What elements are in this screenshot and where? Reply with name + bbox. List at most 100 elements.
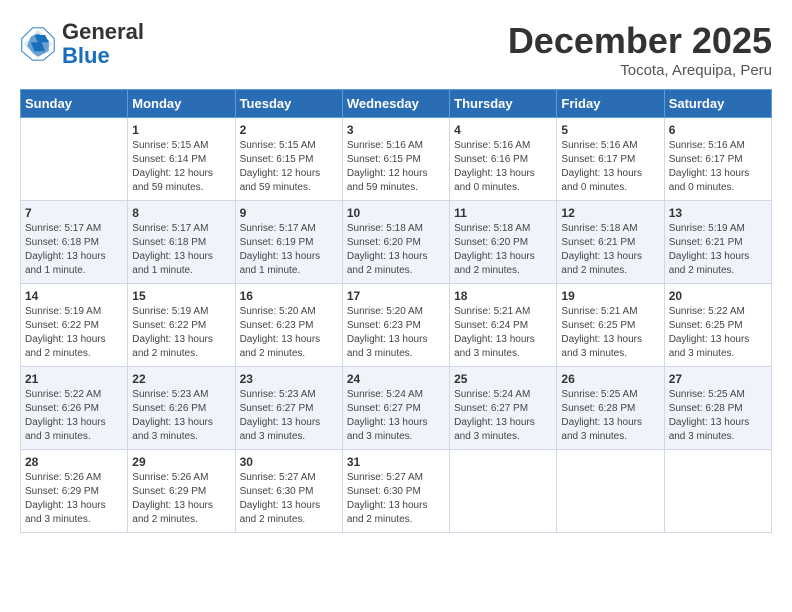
calendar-day-header: Wednesday bbox=[342, 90, 449, 118]
day-number: 25 bbox=[454, 372, 552, 386]
day-info: Sunrise: 5:19 AM Sunset: 6:22 PM Dayligh… bbox=[132, 305, 230, 361]
day-number: 31 bbox=[347, 455, 445, 469]
day-info: Sunrise: 5:18 AM Sunset: 6:20 PM Dayligh… bbox=[454, 222, 552, 278]
day-number: 30 bbox=[240, 455, 338, 469]
day-number: 7 bbox=[25, 206, 123, 220]
calendar-cell: 9 Sunrise: 5:17 AM Sunset: 6:19 PM Daylig… bbox=[235, 201, 342, 284]
day-number: 24 bbox=[347, 372, 445, 386]
day-info: Sunrise: 5:15 AM Sunset: 6:15 PM Dayligh… bbox=[240, 139, 338, 195]
day-number: 21 bbox=[25, 372, 123, 386]
day-number: 23 bbox=[240, 372, 338, 386]
calendar-cell: 11 Sunrise: 5:18 AM Sunset: 6:20 PM Dayli… bbox=[450, 201, 557, 284]
calendar-cell: 10 Sunrise: 5:18 AM Sunset: 6:20 PM Dayli… bbox=[342, 201, 449, 284]
month-title: December 2025 bbox=[508, 20, 772, 62]
calendar-cell: 22 Sunrise: 5:23 AM Sunset: 6:26 PM Dayli… bbox=[128, 367, 235, 450]
logo-general-text: General bbox=[62, 19, 144, 44]
title-block: December 2025 Tocota, Arequipa, Peru bbox=[508, 20, 772, 79]
day-number: 22 bbox=[132, 372, 230, 386]
day-number: 3 bbox=[347, 123, 445, 137]
day-info: Sunrise: 5:23 AM Sunset: 6:26 PM Dayligh… bbox=[132, 388, 230, 444]
calendar-cell: 29 Sunrise: 5:26 AM Sunset: 6:29 PM Dayli… bbox=[128, 450, 235, 533]
day-number: 29 bbox=[132, 455, 230, 469]
calendar-cell: 30 Sunrise: 5:27 AM Sunset: 6:30 PM Dayli… bbox=[235, 450, 342, 533]
day-info: Sunrise: 5:19 AM Sunset: 6:21 PM Dayligh… bbox=[669, 222, 767, 278]
logo-blue-text: Blue bbox=[62, 43, 110, 68]
page-header: General Blue December 2025 Tocota, Arequ… bbox=[20, 20, 772, 79]
day-number: 27 bbox=[669, 372, 767, 386]
day-info: Sunrise: 5:20 AM Sunset: 6:23 PM Dayligh… bbox=[347, 305, 445, 361]
day-number: 26 bbox=[561, 372, 659, 386]
day-number: 11 bbox=[454, 206, 552, 220]
day-number: 9 bbox=[240, 206, 338, 220]
calendar-cell: 25 Sunrise: 5:24 AM Sunset: 6:27 PM Dayli… bbox=[450, 367, 557, 450]
calendar-cell: 24 Sunrise: 5:24 AM Sunset: 6:27 PM Dayli… bbox=[342, 367, 449, 450]
day-info: Sunrise: 5:20 AM Sunset: 6:23 PM Dayligh… bbox=[240, 305, 338, 361]
calendar-cell: 31 Sunrise: 5:27 AM Sunset: 6:30 PM Dayli… bbox=[342, 450, 449, 533]
calendar-table: SundayMondayTuesdayWednesdayThursdayFrid… bbox=[20, 89, 772, 533]
calendar-cell: 14 Sunrise: 5:19 AM Sunset: 6:22 PM Dayli… bbox=[21, 284, 128, 367]
day-number: 28 bbox=[25, 455, 123, 469]
calendar-cell: 12Sunrise: 5:18 AM Sunset: 6:21 PM Dayli… bbox=[557, 201, 664, 284]
day-number: 1 bbox=[132, 123, 230, 137]
calendar-cell: 3 Sunrise: 5:16 AM Sunset: 6:15 PM Daylig… bbox=[342, 118, 449, 201]
day-number: 14 bbox=[25, 289, 123, 303]
day-info: Sunrise: 5:18 AM Sunset: 6:20 PM Dayligh… bbox=[347, 222, 445, 278]
calendar-cell: 20Sunrise: 5:22 AM Sunset: 6:25 PM Dayli… bbox=[664, 284, 771, 367]
calendar-cell: 2Sunrise: 5:15 AM Sunset: 6:15 PM Daylig… bbox=[235, 118, 342, 201]
day-number: 16 bbox=[240, 289, 338, 303]
calendar-cell: 6Sunrise: 5:16 AM Sunset: 6:17 PM Daylig… bbox=[664, 118, 771, 201]
day-info: Sunrise: 5:24 AM Sunset: 6:27 PM Dayligh… bbox=[347, 388, 445, 444]
day-number: 8 bbox=[132, 206, 230, 220]
logo: General Blue bbox=[20, 20, 144, 68]
calendar-day-header: Sunday bbox=[21, 90, 128, 118]
calendar-cell: 4 Sunrise: 5:16 AM Sunset: 6:16 PM Daylig… bbox=[450, 118, 557, 201]
day-info: Sunrise: 5:16 AM Sunset: 6:15 PM Dayligh… bbox=[347, 139, 445, 195]
day-info: Sunrise: 5:21 AM Sunset: 6:25 PM Dayligh… bbox=[561, 305, 659, 361]
day-info: Sunrise: 5:17 AM Sunset: 6:18 PM Dayligh… bbox=[132, 222, 230, 278]
day-info: Sunrise: 5:25 AM Sunset: 6:28 PM Dayligh… bbox=[561, 388, 659, 444]
day-info: Sunrise: 5:24 AM Sunset: 6:27 PM Dayligh… bbox=[454, 388, 552, 444]
day-info: Sunrise: 5:18 AM Sunset: 6:21 PM Dayligh… bbox=[561, 222, 659, 278]
calendar-cell: 26 Sunrise: 5:25 AM Sunset: 6:28 PM Dayli… bbox=[557, 367, 664, 450]
day-number: 19 bbox=[561, 289, 659, 303]
day-info: Sunrise: 5:19 AM Sunset: 6:22 PM Dayligh… bbox=[25, 305, 123, 361]
day-info: Sunrise: 5:16 AM Sunset: 6:16 PM Dayligh… bbox=[454, 139, 552, 195]
calendar-week-row: 7 Sunrise: 5:17 AM Sunset: 6:18 PM Daylig… bbox=[21, 201, 772, 284]
day-info: Sunrise: 5:17 AM Sunset: 6:18 PM Dayligh… bbox=[25, 222, 123, 278]
day-info: Sunrise: 5:27 AM Sunset: 6:30 PM Dayligh… bbox=[240, 471, 338, 527]
calendar-week-row: 21 Sunrise: 5:22 AM Sunset: 6:26 PM Dayli… bbox=[21, 367, 772, 450]
calendar-cell: 16 Sunrise: 5:20 AM Sunset: 6:23 PM Dayli… bbox=[235, 284, 342, 367]
calendar-cell bbox=[664, 450, 771, 533]
day-number: 4 bbox=[454, 123, 552, 137]
location-title: Tocota, Arequipa, Peru bbox=[508, 62, 772, 79]
day-info: Sunrise: 5:16 AM Sunset: 6:17 PM Dayligh… bbox=[561, 139, 659, 195]
day-number: 10 bbox=[347, 206, 445, 220]
calendar-cell: 18 Sunrise: 5:21 AM Sunset: 6:24 PM Dayli… bbox=[450, 284, 557, 367]
calendar-cell bbox=[450, 450, 557, 533]
calendar-cell bbox=[21, 118, 128, 201]
day-info: Sunrise: 5:17 AM Sunset: 6:19 PM Dayligh… bbox=[240, 222, 338, 278]
day-number: 15 bbox=[132, 289, 230, 303]
day-info: Sunrise: 5:21 AM Sunset: 6:24 PM Dayligh… bbox=[454, 305, 552, 361]
day-number: 18 bbox=[454, 289, 552, 303]
calendar-cell: 5Sunrise: 5:16 AM Sunset: 6:17 PM Daylig… bbox=[557, 118, 664, 201]
calendar-cell: 13Sunrise: 5:19 AM Sunset: 6:21 PM Dayli… bbox=[664, 201, 771, 284]
day-info: Sunrise: 5:27 AM Sunset: 6:30 PM Dayligh… bbox=[347, 471, 445, 527]
calendar-cell: 7 Sunrise: 5:17 AM Sunset: 6:18 PM Daylig… bbox=[21, 201, 128, 284]
calendar-cell: 19 Sunrise: 5:21 AM Sunset: 6:25 PM Dayli… bbox=[557, 284, 664, 367]
day-info: Sunrise: 5:22 AM Sunset: 6:25 PM Dayligh… bbox=[669, 305, 767, 361]
calendar-day-header: Monday bbox=[128, 90, 235, 118]
calendar-day-header: Saturday bbox=[664, 90, 771, 118]
day-info: Sunrise: 5:15 AM Sunset: 6:14 PM Dayligh… bbox=[132, 139, 230, 195]
day-info: Sunrise: 5:26 AM Sunset: 6:29 PM Dayligh… bbox=[132, 471, 230, 527]
calendar-cell bbox=[557, 450, 664, 533]
calendar-day-header: Tuesday bbox=[235, 90, 342, 118]
calendar-cell: 28 Sunrise: 5:26 AM Sunset: 6:29 PM Dayli… bbox=[21, 450, 128, 533]
calendar-cell: 1 Sunrise: 5:15 AM Sunset: 6:14 PM Daylig… bbox=[128, 118, 235, 201]
calendar-cell: 8 Sunrise: 5:17 AM Sunset: 6:18 PM Daylig… bbox=[128, 201, 235, 284]
day-info: Sunrise: 5:26 AM Sunset: 6:29 PM Dayligh… bbox=[25, 471, 123, 527]
day-info: Sunrise: 5:22 AM Sunset: 6:26 PM Dayligh… bbox=[25, 388, 123, 444]
calendar-day-header: Thursday bbox=[450, 90, 557, 118]
day-info: Sunrise: 5:16 AM Sunset: 6:17 PM Dayligh… bbox=[669, 139, 767, 195]
day-info: Sunrise: 5:25 AM Sunset: 6:28 PM Dayligh… bbox=[669, 388, 767, 444]
